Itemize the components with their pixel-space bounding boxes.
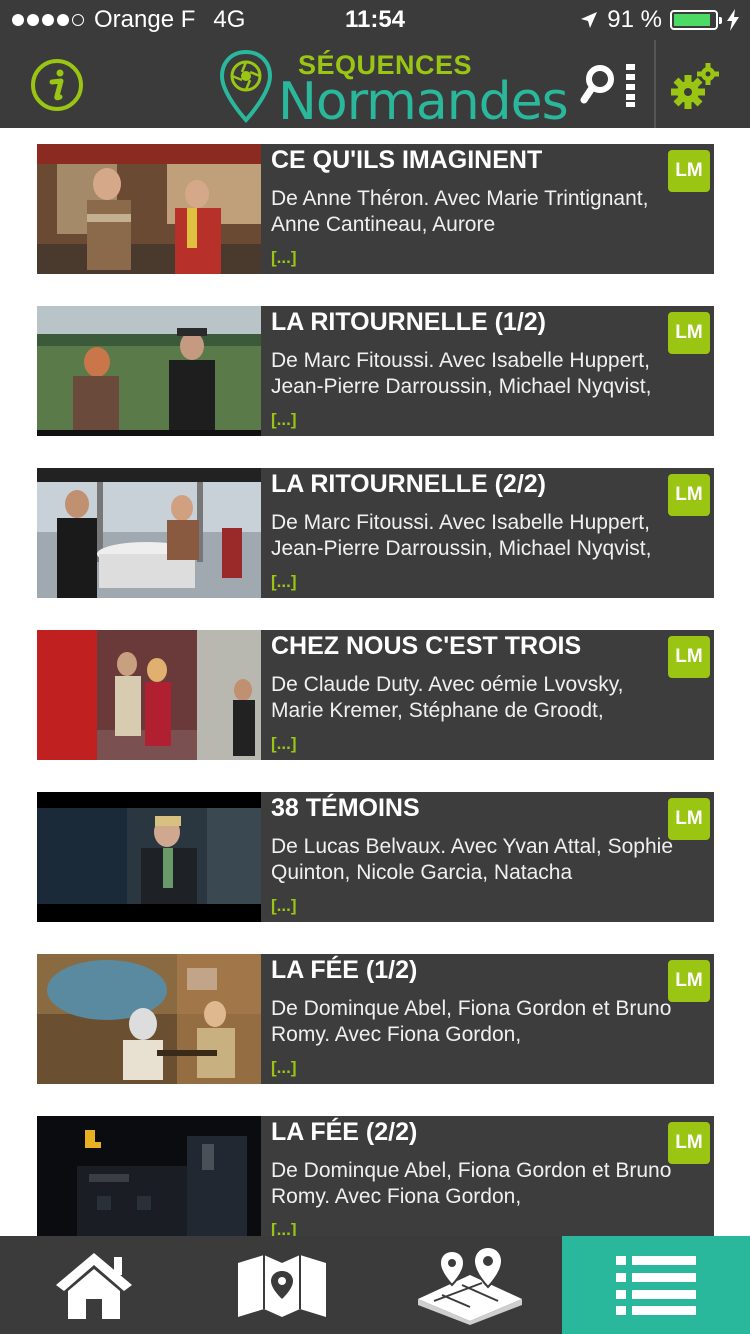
- film-card[interactable]: LA RITOURNELLE (2/2) De Marc Fitoussi. A…: [37, 468, 714, 598]
- film-card[interactable]: LA FÉE (2/2) De Dominque Abel, Fiona Gor…: [37, 1116, 714, 1236]
- battery-icon: [670, 10, 722, 30]
- charging-bolt-icon: [727, 9, 739, 31]
- read-more-link[interactable]: [...]: [271, 734, 297, 754]
- film-thumbnail: [37, 306, 261, 436]
- read-more-link[interactable]: [...]: [271, 1220, 297, 1236]
- film-title: LA FÉE (2/2): [271, 1118, 418, 1146]
- film-badge: LM: [668, 798, 710, 840]
- film-list[interactable]: CE QU'ILS IMAGINENT De Anne Théron. Avec…: [0, 128, 750, 1236]
- film-title: LA RITOURNELLE (1/2): [271, 308, 547, 336]
- logo-subtitle: Normandes: [278, 72, 569, 132]
- film-card[interactable]: LA RITOURNELLE (1/2) De Marc Fitoussi. A…: [37, 306, 714, 436]
- film-description: De Dominque Abel, Fiona Gordon et Bruno …: [271, 1159, 672, 1208]
- film-title: LA FÉE (1/2): [271, 956, 418, 984]
- settings-button[interactable]: [668, 58, 724, 114]
- read-more-link[interactable]: [...]: [271, 572, 297, 592]
- film-description: De Lucas Belvaux. Avec Yvan Attal, Sophi…: [271, 835, 673, 884]
- location-arrow-icon: [581, 12, 598, 28]
- info-button[interactable]: [30, 58, 84, 112]
- settings-gears-icon: [671, 63, 719, 109]
- read-more-link[interactable]: [...]: [271, 896, 297, 916]
- search-list-icon: [580, 64, 635, 107]
- app-header: SÉQUENCES Normandes: [0, 40, 750, 130]
- film-description: De Dominque Abel, Fiona Gordon et Bruno …: [271, 997, 672, 1046]
- film-description: De Marc Fitoussi. Avec Isabelle Huppert,…: [271, 511, 652, 560]
- film-badge: LM: [668, 474, 710, 516]
- header-divider: [654, 40, 656, 128]
- read-more-link[interactable]: [...]: [271, 410, 297, 430]
- tab-home[interactable]: [0, 1236, 188, 1334]
- film-badge: LM: [668, 312, 710, 354]
- film-thumbnail: [37, 144, 261, 274]
- film-thumbnail: [37, 1116, 261, 1236]
- film-thumbnail: [37, 468, 261, 598]
- film-badge: LM: [668, 636, 710, 678]
- info-icon: [31, 59, 83, 111]
- film-card[interactable]: LA FÉE (1/2) De Dominque Abel, Fiona Gor…: [37, 954, 714, 1084]
- tab-map[interactable]: [188, 1236, 376, 1334]
- film-title: 38 TÉMOINS: [271, 794, 420, 822]
- film-card[interactable]: CHEZ NOUS C'EST TROIS De Claude Duty. Av…: [37, 630, 714, 760]
- film-title: CE QU'ILS IMAGINENT: [271, 146, 543, 174]
- film-thumbnail: [37, 954, 261, 1084]
- film-badge: LM: [668, 960, 710, 1002]
- tab-list[interactable]: [562, 1236, 750, 1334]
- film-description: De Marc Fitoussi. Avec Isabelle Huppert,…: [271, 349, 652, 398]
- film-thumbnail: [37, 630, 261, 760]
- battery-percent: 91 %: [607, 6, 662, 33]
- film-badge: LM: [668, 150, 710, 192]
- status-right: 91 %: [579, 6, 740, 34]
- film-card[interactable]: 38 TÉMOINS De Lucas Belvaux. Avec Yvan A…: [37, 792, 714, 922]
- read-more-link[interactable]: [...]: [271, 1058, 297, 1078]
- app-logo: SÉQUENCES Normandes: [218, 48, 569, 130]
- film-description: De Anne Théron. Avec Marie Trintignant, …: [271, 187, 649, 236]
- film-thumbnail: [37, 792, 261, 922]
- home-icon: [56, 1253, 132, 1319]
- status-bar: Orange F 4G 11:54 91 %: [0, 0, 750, 40]
- bottom-tab-bar: [0, 1236, 750, 1334]
- tab-map-3d[interactable]: [376, 1236, 564, 1334]
- film-title: CHEZ NOUS C'EST TROIS: [271, 632, 582, 660]
- read-more-link[interactable]: [...]: [271, 248, 297, 268]
- film-card[interactable]: CE QU'ILS IMAGINENT De Anne Théron. Avec…: [37, 144, 714, 274]
- list-icon: [616, 1256, 696, 1315]
- film-description: De Claude Duty. Avec oémie Lvovsky, Mari…: [271, 673, 624, 722]
- film-badge: LM: [668, 1122, 710, 1164]
- map-3d-pins-icon: [418, 1245, 522, 1325]
- film-title: LA RITOURNELLE (2/2): [271, 470, 547, 498]
- map-icon: [238, 1255, 326, 1317]
- logo-pin-icon: [219, 49, 273, 123]
- search-list-button[interactable]: [580, 62, 640, 108]
